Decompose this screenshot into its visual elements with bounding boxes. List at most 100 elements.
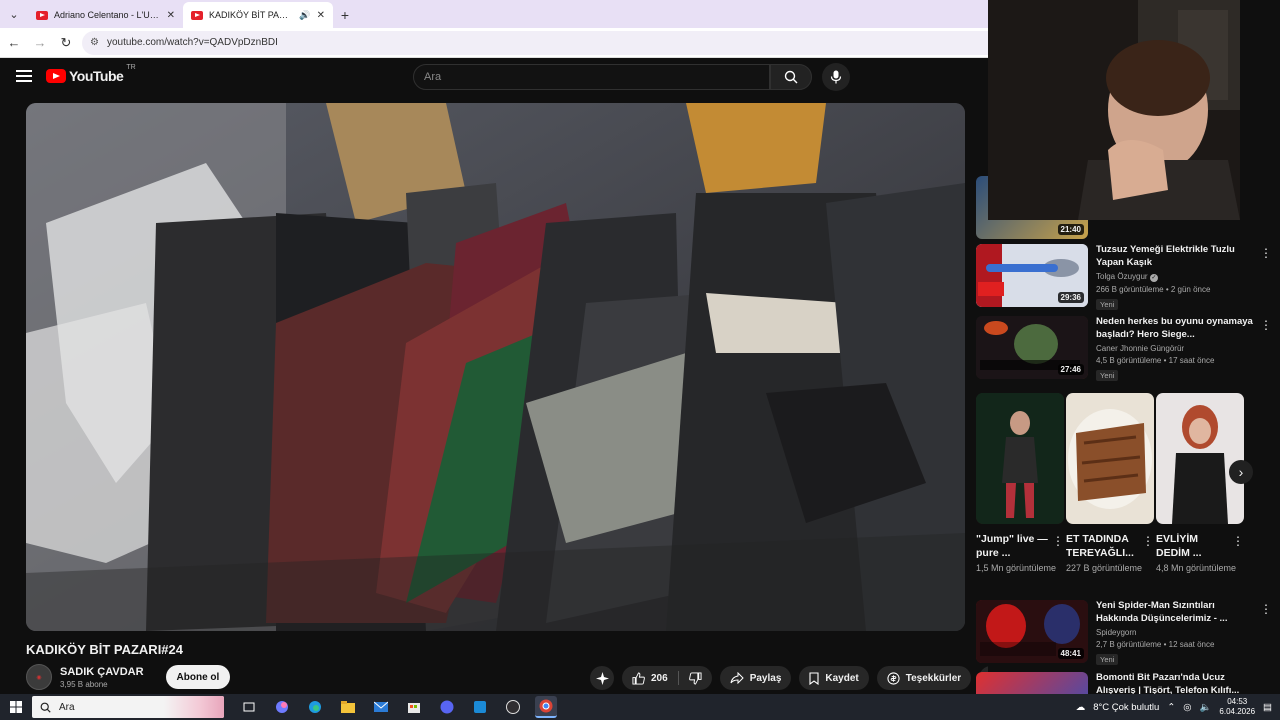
short-title[interactable]: ET TADINDA TEREYAĞLI...	[1066, 532, 1138, 560]
recommendation-info: Yeni Spider-Man Sızıntıları Hakkında Düş…	[1096, 600, 1276, 667]
channel-row: ◉ SADIK ÇAVDAR 3,95 B abone Abone ol	[26, 664, 231, 690]
tab-title: KADIKÖY BİT PAZARI#24 - YouTube	[209, 10, 293, 20]
more-options-icon[interactable]: ⋮	[1232, 534, 1244, 548]
tab-title: Adriano Celentano - L'Unica Chan	[54, 10, 161, 20]
thanks-button[interactable]: Teşekkürler	[876, 666, 972, 690]
short-thumbnail[interactable]	[1156, 393, 1244, 524]
taskbar-search[interactable]: Ara	[32, 696, 224, 718]
more-options-icon[interactable]: ⋮	[1260, 602, 1272, 616]
store-icon[interactable]	[403, 696, 425, 718]
network-icon[interactable]: ◎	[1183, 702, 1191, 713]
video-thumbnail[interactable]	[976, 672, 1088, 694]
more-options-icon[interactable]: ⋮	[1142, 534, 1154, 548]
clock[interactable]: 04:53 6.04.2026	[1219, 697, 1255, 717]
like-button[interactable]: 206	[622, 666, 678, 690]
subscribe-button[interactable]: Abone ol	[165, 665, 231, 689]
tray-chevron-icon[interactable]: ⌃	[1167, 702, 1175, 713]
short-item[interactable]: "Jump" live — pure ... 1,5 Mn görüntülem…	[976, 393, 1064, 575]
chrome-icon[interactable]	[535, 696, 557, 718]
clock-date: 6.04.2026	[1219, 707, 1256, 716]
recommendation-channel[interactable]: Tolga Özuygur ✓	[1096, 272, 1254, 282]
short-title[interactable]: EVLİYİM DEDİM ...	[1156, 532, 1228, 560]
app-icon[interactable]	[469, 696, 491, 718]
recommendation-info: Tuzsuz Yemeği Elektrikle Tuzlu Yapan Kaş…	[1096, 244, 1276, 312]
browser-tab-active[interactable]: KADIKÖY BİT PAZARI#24 - YouTube 🔊 ✕	[183, 2, 333, 28]
recommendation-channel[interactable]: Caner Jhonnie Güngörür	[1096, 344, 1254, 353]
channel-name[interactable]: SADIK ÇAVDAR	[60, 666, 144, 678]
file-explorer-icon[interactable]	[337, 696, 359, 718]
browser-tab-inactive[interactable]: Adriano Celentano - L'Unica Chan ✕	[28, 2, 183, 28]
tab-search-chevron-icon[interactable]: ⌄	[0, 0, 28, 28]
recommendation-item[interactable]: 29:36 Tuzsuz Yemeği Elektrikle Tuzlu Yap…	[976, 244, 1276, 312]
speaker-icon[interactable]: 🔊	[299, 10, 310, 21]
windows-start-icon[interactable]	[0, 701, 32, 713]
recommendation-channel[interactable]: Spideygorn	[1096, 628, 1254, 637]
copilot-icon[interactable]	[271, 696, 293, 718]
notifications-icon[interactable]: ▤	[1263, 702, 1272, 713]
forward-icon[interactable]: →	[28, 35, 52, 50]
discord-icon[interactable]	[436, 696, 458, 718]
mail-icon[interactable]	[370, 696, 392, 718]
short-thumbnail[interactable]	[976, 393, 1064, 524]
shorts-next-button[interactable]: ›	[1229, 460, 1253, 484]
sparkle-button[interactable]	[590, 666, 614, 690]
short-item[interactable]: ET TADINDA TEREYAĞLI... 227 B görüntülem…	[1066, 393, 1154, 575]
weather-text[interactable]: 8°C Çok bulutlu	[1093, 702, 1159, 713]
video-thumbnail[interactable]: 29:36	[976, 244, 1088, 307]
edge-browser-icon[interactable]	[304, 696, 326, 718]
recommendation-meta: 266 B görüntüleme • 2 gün önce	[1096, 285, 1211, 294]
more-options-icon[interactable]: ⋮	[1260, 318, 1272, 332]
more-options-icon[interactable]: ⋮	[1260, 246, 1272, 260]
short-thumbnail[interactable]	[1066, 393, 1154, 524]
short-title[interactable]: "Jump" live — pure ...	[976, 532, 1048, 560]
reload-icon[interactable]: ↻	[54, 35, 78, 51]
voice-search-button[interactable]	[822, 63, 850, 91]
thanks-label: Teşekkürler	[905, 672, 962, 684]
save-button[interactable]: Kaydet	[799, 666, 869, 690]
back-icon[interactable]: ←	[2, 35, 26, 50]
recommendation-info: Bomonti Bit Pazarı'nda Ucuz Alışveriş | …	[1096, 672, 1276, 694]
search-input[interactable]: Ara	[413, 64, 770, 90]
tab-close-icon[interactable]: ✕	[167, 10, 175, 21]
channel-avatar[interactable]: ◉	[26, 664, 52, 690]
video-duration: 21:40	[1057, 224, 1084, 235]
channel-info: SADIK ÇAVDAR 3,95 B abone	[60, 666, 144, 689]
recommendation-title[interactable]: Bomonti Bit Pazarı'nda Ucuz Alışveriş | …	[1096, 672, 1254, 694]
recommendation-title[interactable]: Neden herkes bu oyunu oynamaya başladı? …	[1096, 316, 1254, 341]
short-item[interactable]: EVLİYİM DEDİM ... 4,8 Mn görüntüleme ⋮	[1156, 393, 1244, 575]
obs-icon[interactable]	[502, 696, 524, 718]
thumbs-down-icon	[688, 671, 702, 685]
youtube-logo[interactable]: YouTube TR	[46, 64, 136, 84]
video-thumbnail[interactable]: 27:46	[976, 316, 1088, 379]
screen: { "browser": { "tabs": [ {"title": "Adri…	[0, 0, 1280, 720]
site-info-icon[interactable]: ⚙	[90, 37, 99, 48]
volume-icon[interactable]: 🔈	[1200, 702, 1212, 713]
recommendation-title[interactable]: Tuzsuz Yemeği Elektrikle Tuzlu Yapan Kaş…	[1096, 244, 1254, 269]
windows-taskbar: Ara ☁ 8°C Çok bulutlu ⌃ ◎ 🔈 04:53 6.04.2…	[0, 694, 1280, 720]
video-player[interactable]	[26, 103, 965, 631]
url-field[interactable]: ⚙ youtube.com/watch?v=QADVpDznBDI	[82, 30, 988, 55]
menu-icon[interactable]	[16, 70, 32, 82]
recommendation-title[interactable]: Yeni Spider-Man Sızıntıları Hakkında Düş…	[1096, 600, 1254, 625]
search-button[interactable]	[770, 64, 812, 90]
search-highlight-image	[164, 696, 224, 718]
dislike-button[interactable]	[679, 666, 712, 690]
tab-close-icon[interactable]: ✕	[317, 10, 325, 21]
task-view-icon[interactable]	[238, 696, 260, 718]
microphone-icon	[830, 70, 842, 84]
new-tab-button[interactable]: +	[333, 2, 357, 28]
recommendation-meta: 4,5 B görüntüleme • 17 saat önce	[1096, 356, 1215, 365]
recommendation-item[interactable]: 27:46 Neden herkes bu oyunu oynamaya baş…	[976, 316, 1276, 383]
share-button[interactable]: Paylaş	[719, 666, 792, 690]
video-duration: 29:36	[1057, 292, 1084, 303]
video-thumbnail[interactable]: 48:41	[976, 600, 1088, 663]
recommendation-item[interactable]: 48:41 Yeni Spider-Man Sızıntıları Hakkın…	[976, 600, 1276, 667]
taskbar-search-label: Ara	[59, 701, 75, 713]
weather-icon[interactable]: ☁	[1076, 702, 1086, 713]
url-text: youtube.com/watch?v=QADVpDznBDI	[106, 37, 278, 48]
more-options-icon[interactable]: ⋮	[1052, 534, 1064, 548]
video-frame-jackets-image	[26, 103, 965, 631]
recommendation-item[interactable]: Bomonti Bit Pazarı'nda Ucuz Alışveriş | …	[976, 672, 1276, 694]
logo-text: YouTube	[69, 68, 124, 84]
like-count: 206	[651, 672, 668, 684]
